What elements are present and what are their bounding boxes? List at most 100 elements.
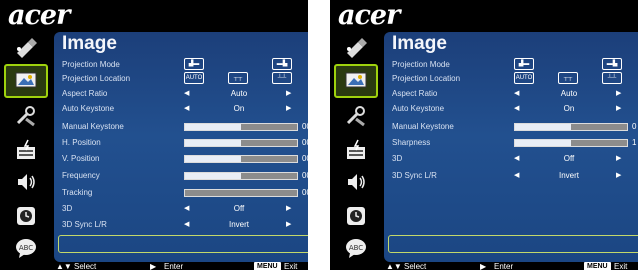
3d-sync-value: Invert [228,220,249,229]
right-arrow-icon[interactable]: ▶ [286,218,291,231]
select-hint: Select [404,262,427,270]
svg-text:ABC: ABC [19,244,33,252]
settings-icon[interactable] [6,102,46,132]
timer-icon[interactable] [336,202,376,232]
menu-row-3d-sync[interactable]: 3D Sync L/R ◀ Invert ▶ [54,218,308,231]
left-arrow-icon[interactable]: ◀ [514,152,519,165]
right-arrow-icon[interactable]: ▶ [616,102,621,115]
image-menu-panel: Image Projection Mode ▟▬ ▬▙ Projection L… [384,32,638,262]
left-arrow-icon[interactable]: ◀ [184,87,189,100]
auto-location-button[interactable]: AUTO [514,72,534,84]
left-arrow-icon[interactable]: ◀ [184,218,189,231]
menu-row-projection-mode[interactable]: Projection Mode ▟▬ ▬▙ [384,58,638,71]
row-label: 3D Sync L/R [62,220,107,229]
left-arrow-icon[interactable]: ◀ [184,102,189,115]
3d-value: Off [563,154,575,163]
menu-row-manual-keystone[interactable]: Manual Keystone 0 [384,120,638,133]
image-menu-panel: Image Projection Mode ▟▬ ▬▙ Projection L… [54,32,308,262]
menu-row-v-position[interactable]: V. Position 00 [54,152,308,165]
row-label: V. Position [62,154,100,163]
menu-row-auto-keystone[interactable]: Auto Keystone ◀ On ▶ [384,102,638,115]
language-icon[interactable]: ABC [6,234,46,264]
slider-value: 00 [302,122,308,131]
row-label: Tracking [62,188,93,197]
acer-logo: acer [8,0,70,31]
right-arrow-icon[interactable]: ▶ [616,87,621,100]
menu-key-badge: MENU [254,262,281,270]
front-projection-icon[interactable]: ▟▬ [184,58,204,70]
slider-value: 1 [632,138,637,147]
auto-location-button[interactable]: AUTO [184,72,204,84]
menu-row-auto-keystone[interactable]: Auto Keystone ◀ On ▶ [54,102,308,115]
settings-icon[interactable] [336,102,376,132]
svg-text:ABC: ABC [349,244,363,252]
menu-row-aspect-ratio[interactable]: Aspect Ratio ◀ Auto ▶ [54,87,308,100]
timer-icon[interactable] [6,202,46,232]
color-icon[interactable] [6,34,46,64]
slider-value: 00 [302,171,308,180]
audio-icon[interactable] [6,168,46,198]
right-arrow-icon[interactable]: ▶ [616,152,621,165]
slider-fill [185,173,241,179]
exit-hint: Exit [284,262,298,270]
menu-row-aspect-ratio[interactable]: Aspect Ratio ◀ Auto ▶ [384,87,638,100]
slider-fill [185,140,241,146]
slider-value: 0 [632,122,637,131]
menu-row-frequency[interactable]: Frequency 00 [54,169,308,182]
right-arrow-icon[interactable]: ▶ [616,169,621,182]
menu-row-manual-keystone[interactable]: Manual Keystone 00 [54,120,308,133]
enter-arrow-icon: ▶ [150,262,157,270]
right-arrow-icon[interactable]: ▶ [286,87,291,100]
desktop-location-icon[interactable]: ┬┬ [228,72,248,84]
right-arrow-icon[interactable]: ▶ [286,202,291,215]
manual-keystone-slider[interactable] [184,123,298,131]
select-hint: Select [74,262,97,270]
row-label: Projection Mode [62,60,120,69]
row-label: Projection Location [392,74,461,83]
menu-row-3d[interactable]: 3D ◀ Off ▶ [54,202,308,215]
ceiling-location-icon[interactable]: ┴┴ [272,72,292,84]
management-icon[interactable] [336,136,376,166]
menu-row-sharpness[interactable]: Sharpness 1 [384,136,638,149]
image-icon[interactable] [334,64,378,98]
3d-sync-value: Invert [558,171,579,180]
tracking-slider[interactable] [184,189,298,197]
rear-projection-icon[interactable]: ▬▙ [602,58,622,70]
image-icon[interactable] [4,64,48,98]
menu-row-h-position[interactable]: H. Position 00 [54,136,308,149]
sharpness-slider[interactable] [514,139,628,147]
enter-arrow-icon: ▶ [480,262,487,270]
help-text-box [388,235,638,253]
desktop-location-icon[interactable]: ┬┬ [558,72,578,84]
menu-row-3d[interactable]: 3D ◀ Off ▶ [384,152,638,165]
right-arrow-icon[interactable]: ▶ [286,102,291,115]
management-icon[interactable] [6,136,46,166]
help-text-box [58,235,308,253]
v-position-slider[interactable] [184,155,298,163]
audio-icon[interactable] [336,168,376,198]
h-position-slider[interactable] [184,139,298,147]
row-label: Projection Mode [392,60,450,69]
left-osd-screen: acer ABC Image Projection Mode ▟▬ ▬▙ Pro… [0,0,308,270]
left-arrow-icon[interactable]: ◀ [184,202,189,215]
left-arrow-icon[interactable]: ◀ [514,102,519,115]
footer-hints: ▲▼ Select ▶ Enter MENU Exit [384,262,638,270]
exit-hint: Exit [614,262,628,270]
row-label: H. Position [62,138,101,147]
left-arrow-icon[interactable]: ◀ [514,169,519,182]
left-arrow-icon[interactable]: ◀ [514,87,519,100]
language-icon[interactable]: ABC [336,234,376,264]
menu-row-tracking[interactable]: Tracking 00 [54,186,308,199]
menu-row-3d-sync[interactable]: 3D Sync L/R ◀ Invert ▶ [384,169,638,182]
front-projection-icon[interactable]: ▟▬ [514,58,534,70]
page-title: Image [62,33,117,54]
manual-keystone-slider[interactable] [514,123,628,131]
color-icon[interactable] [336,34,376,64]
ceiling-location-icon[interactable]: ┴┴ [602,72,622,84]
frequency-slider[interactable] [184,172,298,180]
menu-row-projection-location[interactable]: Projection Location AUTO ┬┬ ┴┴ [54,72,308,85]
menu-row-projection-mode[interactable]: Projection Mode ▟▬ ▬▙ [54,58,308,71]
menu-row-projection-location[interactable]: Projection Location AUTO ┬┬ ┴┴ [384,72,638,85]
rear-projection-icon[interactable]: ▬▙ [272,58,292,70]
slider-fill [515,124,571,130]
